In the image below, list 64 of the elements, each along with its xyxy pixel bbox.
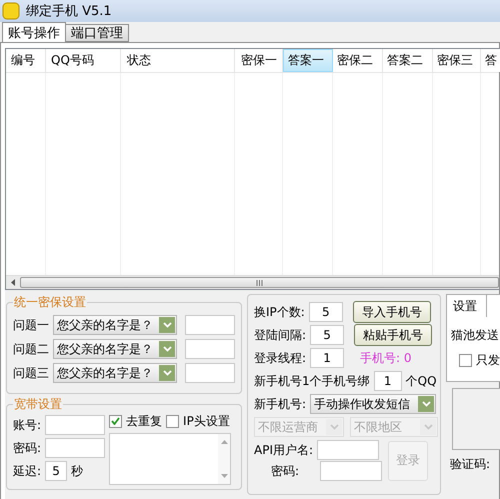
group-title: 宽带设置: [13, 396, 63, 413]
vertical-scrollbar[interactable]: [218, 434, 230, 484]
checkbox-label: 只发: [476, 352, 500, 368]
horizontal-scrollbar[interactable]: [6, 275, 499, 289]
checkmark-icon: [111, 417, 120, 425]
threads-label: 登录线程:: [254, 350, 306, 366]
dropdown[interactable]: 您父亲的名字是？: [53, 339, 177, 359]
answer-field[interactable]: [185, 339, 235, 359]
mode-label: 新手机号:: [254, 396, 306, 412]
chevron-down-icon: [162, 322, 172, 328]
threads-field[interactable]: 1: [310, 348, 344, 368]
column-header[interactable]: 答案一: [283, 49, 333, 72]
account-field[interactable]: [45, 415, 106, 435]
api-password-field[interactable]: [320, 461, 382, 481]
grip-icon: [256, 280, 263, 286]
app-icon: [2, 2, 20, 20]
chevron-down-icon: [162, 346, 172, 352]
dropdown[interactable]: 您父亲的名字是？: [53, 315, 177, 335]
chevron-down-icon: [162, 370, 172, 376]
question-label: 问题二: [13, 340, 49, 358]
answer-field[interactable]: [185, 363, 235, 383]
checkbox-label: IP头设置: [183, 412, 230, 430]
chevron-down-icon: [422, 401, 431, 407]
ip-count-label: 换IP个数:: [254, 304, 305, 320]
captcha-label: 验证码:: [449, 456, 492, 473]
interval-field[interactable]: 5: [310, 325, 344, 345]
delay-field[interactable]: 5: [45, 461, 68, 481]
arrow-up-icon: [220, 440, 228, 444]
bind-label: 新手机号1个手机号绑: [254, 372, 370, 390]
send-label: 猫池发送: [451, 327, 500, 344]
dropdown[interactable]: 手动操作收发短信: [310, 394, 436, 414]
ip-count-field[interactable]: 5: [308, 302, 343, 322]
api-user-field[interactable]: [317, 440, 380, 460]
chevron-down-icon: [330, 424, 338, 430]
checkbox-label: 去重复: [126, 412, 162, 430]
password-field[interactable]: [45, 438, 106, 458]
delay-label: 延迟:: [13, 462, 42, 480]
interval-label: 登陆间隔:: [254, 326, 306, 344]
delay-unit: 秒: [71, 462, 84, 480]
dropdown[interactable]: 您父亲的名字是？: [53, 363, 177, 383]
tab[interactable]: 账号操作: [2, 22, 66, 42]
bind-unit: 个QQ: [406, 372, 437, 390]
arrow-left-icon: [11, 279, 15, 286]
arrow-down-icon: [220, 474, 228, 478]
group-title: 统一密保设置: [13, 294, 87, 311]
phone-count: 手机号: 0: [360, 350, 412, 366]
question-label: 问题三: [13, 364, 49, 382]
tab[interactable]: 设置: [447, 295, 487, 317]
bind-field[interactable]: 1: [374, 371, 402, 391]
checkbox[interactable]: [166, 414, 180, 428]
api-password-label: 密码:: [270, 462, 300, 480]
paste-button[interactable]: 粘贴手机号: [354, 324, 432, 346]
import-button[interactable]: 导入手机号: [352, 301, 431, 323]
chevron-down-icon: [424, 424, 432, 430]
account-label: 账号:: [13, 416, 42, 434]
window-title: 绑定手机 V5.1: [26, 3, 112, 20]
answer-field[interactable]: [185, 315, 235, 335]
checkbox[interactable]: [109, 414, 122, 428]
text-area[interactable]: [109, 433, 232, 485]
question-label: 问题一: [13, 316, 49, 334]
checkbox[interactable]: [459, 354, 472, 366]
password-label: 密码:: [13, 440, 42, 456]
tab[interactable]: 端口管理: [65, 24, 129, 42]
api-user-label: API用户名:: [254, 442, 314, 458]
